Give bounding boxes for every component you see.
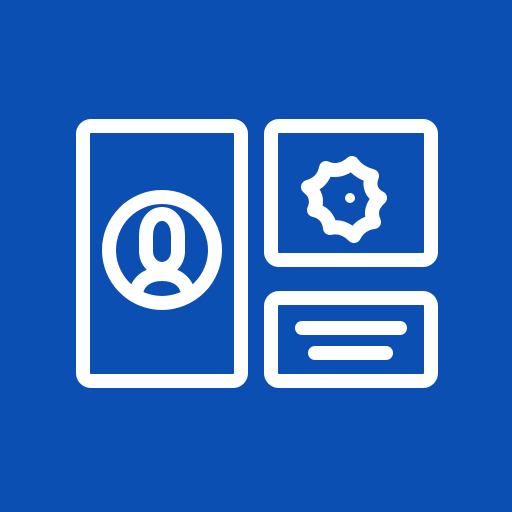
text-lines-icon <box>295 321 407 360</box>
gear-outline <box>301 156 387 243</box>
text-panel <box>264 291 438 388</box>
dashboard-layout-icon-canvas <box>0 0 512 512</box>
user-head-outline <box>139 207 185 276</box>
gear-center-dot <box>345 193 355 203</box>
user-profile-icon <box>102 190 222 310</box>
dashboard-layout-icon <box>76 119 438 388</box>
user-shoulders-outline <box>129 267 195 300</box>
gear-icon <box>301 156 387 243</box>
